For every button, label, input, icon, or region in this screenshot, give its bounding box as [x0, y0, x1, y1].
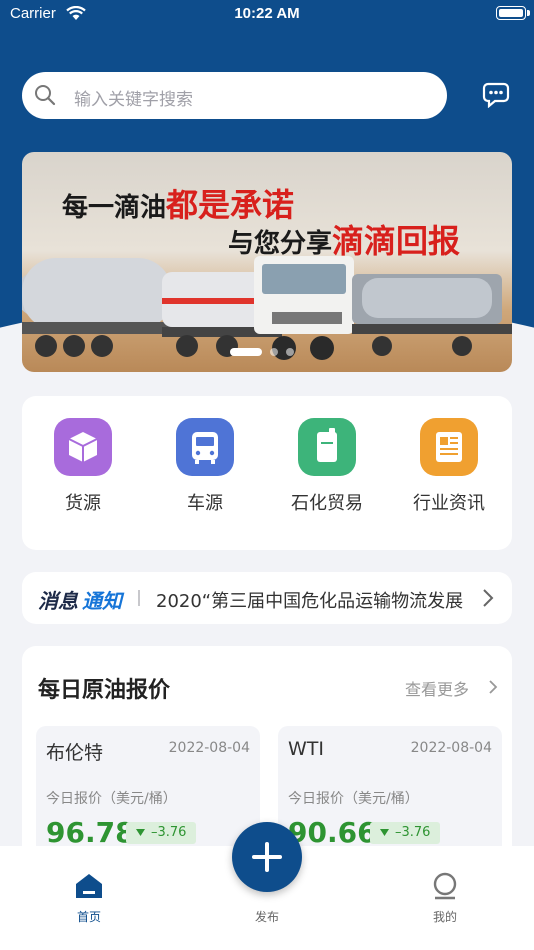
quick-item-label: 石化贸易: [291, 493, 363, 514]
price-change-badge: –3.76: [370, 822, 441, 844]
price-value: 90.66: [288, 816, 377, 849]
quick-item-label: 货源: [65, 493, 101, 514]
home-icon: [76, 874, 102, 898]
notice-title-part1: 消息: [38, 589, 78, 613]
quick-item-label: 车源: [187, 493, 223, 514]
notice-text[interactable]: 2020“第三届中国危化品运输物流发展: [156, 587, 478, 613]
tab-home-label: 首页: [76, 910, 101, 924]
see-more-link[interactable]: 查看更多: [405, 676, 469, 700]
publish-button[interactable]: [232, 822, 302, 892]
quick-item-label: 行业资讯: [413, 493, 485, 514]
tab-home[interactable]: 首页: [49, 872, 129, 925]
battery-icon: [496, 6, 530, 20]
banner-pagination: [230, 348, 294, 356]
promo-banner[interactable]: 每一滴油都是承诺 与您分享滴滴回报: [22, 152, 512, 372]
search-bar[interactable]: 输入关键字搜索: [22, 72, 447, 119]
price-change-badge: –3.76: [126, 822, 197, 844]
notice-divider: [138, 590, 140, 606]
search-input[interactable]: 输入关键字搜索: [74, 85, 193, 110]
newspaper-icon: [420, 418, 478, 476]
publish-label: 发布: [254, 910, 279, 924]
chevron-right-icon[interactable]: [482, 588, 494, 608]
tab-mine-label: 我的: [432, 910, 457, 924]
banner-dot[interactable]: [270, 348, 278, 356]
quick-item-petrochem[interactable]: 石化贸易: [266, 418, 388, 515]
message-icon[interactable]: [482, 82, 510, 108]
quick-item-news[interactable]: 行业资讯: [388, 418, 510, 515]
status-time: 10:22 AM: [234, 5, 300, 22]
canister-icon: [298, 418, 356, 476]
bus-icon: [176, 418, 234, 476]
price-card-name: 布伦特: [46, 742, 104, 764]
price-card-name: WTI: [288, 738, 324, 760]
search-icon: [35, 85, 56, 106]
notice-bar[interactable]: 消息 通知 2020“第三届中国危化品运输物流发展: [22, 572, 512, 624]
quick-item-vehicle[interactable]: 车源: [144, 418, 266, 515]
box-icon: [54, 418, 112, 476]
price-value: 96.78: [46, 816, 135, 849]
banner-dot[interactable]: [286, 348, 294, 356]
status-bar: Carrier 10:22 AM: [0, 0, 534, 28]
price-card-date: 2022-08-04: [168, 740, 250, 756]
notice-title-part2: 通知: [82, 589, 122, 613]
price-card-label: 今日报价（美元/桶）: [288, 791, 419, 807]
section-title: 每日原油报价: [38, 678, 171, 703]
quick-item-cargo[interactable]: 货源: [22, 418, 144, 515]
chevron-right-icon[interactable]: [488, 679, 498, 695]
price-card-label: 今日报价（美元/桶）: [46, 791, 177, 807]
tab-mine[interactable]: 我的: [405, 872, 485, 925]
down-arrow-icon: [136, 829, 145, 836]
banner-dot-active[interactable]: [230, 348, 262, 356]
price-card-date: 2022-08-04: [410, 740, 492, 756]
user-icon: [433, 872, 457, 900]
down-arrow-icon: [380, 829, 389, 836]
quick-menu: 货源 车源 石化贸易 行业资讯: [22, 396, 512, 550]
